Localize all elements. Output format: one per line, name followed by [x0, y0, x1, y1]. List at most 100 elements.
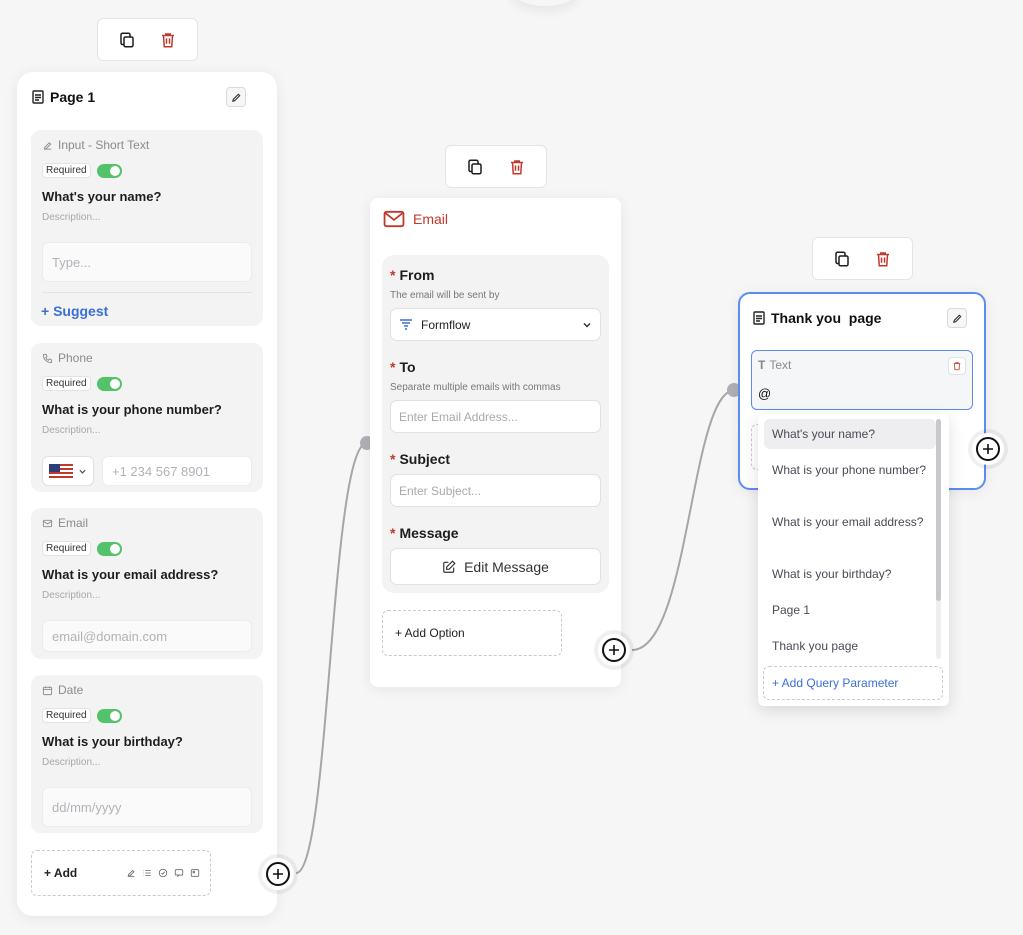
country-select[interactable]: [42, 456, 94, 486]
mention-option[interactable]: Page 1: [764, 595, 936, 625]
required-label: Required: [42, 163, 91, 178]
text-block[interactable]: T Text @: [751, 350, 973, 410]
mail-icon: [42, 519, 53, 527]
edit-message-button[interactable]: Edit Message: [390, 548, 601, 585]
required-label: Required: [42, 708, 91, 723]
field-description[interactable]: Description...: [42, 757, 100, 768]
text-type-icon: T: [758, 358, 766, 372]
dropdown-scrollbar-track[interactable]: [936, 419, 941, 659]
phone-input-preview: +1 234 567 8901: [102, 456, 252, 486]
field-type-label: Email: [42, 516, 88, 530]
add-field-button[interactable]: + Add: [44, 866, 77, 880]
email-node-title: Email: [413, 211, 449, 227]
field-input-preview: dd/mm/yyyy: [42, 787, 252, 827]
subject-input[interactable]: Enter Subject...: [390, 474, 601, 507]
connector-page1-to-email: [295, 442, 368, 874]
delete-button[interactable]: [502, 152, 532, 182]
field-question[interactable]: What is your birthday?: [42, 734, 183, 749]
trash-icon: [877, 251, 890, 266]
trash-icon: [953, 362, 961, 371]
plus-icon: [273, 869, 283, 879]
calendar-icon: [42, 685, 53, 695]
from-sublabel: The email will be sent by: [390, 290, 500, 301]
subject-label: * Subject: [390, 451, 451, 467]
image-icon[interactable]: [190, 868, 200, 878]
field-date[interactable]: Date Required What is your birthday? Des…: [31, 675, 263, 833]
mention-option[interactable]: Thank you page: [764, 631, 936, 661]
to-sublabel: Separate multiple emails with commas: [390, 382, 561, 393]
field-phone[interactable]: Phone Required What is your phone number…: [31, 343, 263, 492]
comment-icon[interactable]: [174, 868, 184, 878]
thankyou-add-connection-button[interactable]: [972, 433, 1004, 465]
page1-node[interactable]: Page 1 Input - Short Text Required What'…: [17, 72, 277, 916]
page-icon: [753, 311, 765, 325]
delete-button[interactable]: [868, 244, 898, 274]
page1-edit-button[interactable]: [226, 87, 246, 107]
list-icon[interactable]: [142, 868, 152, 878]
email-node[interactable]: Email * From The email will be sent by Fo…: [370, 198, 621, 687]
email-add-connection-button[interactable]: [598, 634, 630, 666]
from-label: * From: [390, 267, 435, 283]
formflow-logo-icon: [400, 318, 412, 330]
add-query-parameter-button[interactable]: + Add Query Parameter: [763, 666, 943, 700]
to-input[interactable]: Enter Email Address...: [390, 400, 601, 433]
required-switch[interactable]: [96, 708, 122, 723]
mention-option[interactable]: What is your birthday?: [764, 559, 936, 589]
chevron-down-icon: [583, 322, 591, 328]
text-block-input[interactable]: @: [758, 386, 771, 401]
copy-icon: [120, 32, 134, 47]
plus-icon: [609, 645, 619, 655]
thankyou-edit-button[interactable]: [947, 308, 967, 328]
duplicate-button[interactable]: [827, 244, 857, 274]
divider: [42, 292, 252, 293]
phone-icon: [42, 353, 53, 363]
email-toolbar: [445, 145, 547, 188]
suggest-link[interactable]: + Suggest: [41, 303, 108, 319]
copy-icon: [835, 251, 849, 266]
required-toggle[interactable]: Required: [42, 541, 122, 556]
check-circle-icon[interactable]: [158, 868, 168, 878]
required-label: Required: [42, 376, 91, 391]
required-toggle[interactable]: Required: [42, 376, 122, 391]
mention-option[interactable]: What's your name?: [764, 419, 936, 449]
plus-icon: [983, 444, 993, 454]
from-select[interactable]: Formflow: [390, 308, 601, 341]
required-switch[interactable]: [96, 541, 122, 556]
quick-add-icons: [126, 868, 200, 878]
edit-icon: [43, 141, 52, 150]
delete-button[interactable]: [153, 25, 183, 55]
to-label: * To: [390, 359, 416, 375]
field-question[interactable]: What is your email address?: [42, 567, 218, 582]
field-description[interactable]: Description...: [42, 212, 100, 223]
required-switch[interactable]: [96, 163, 122, 178]
mention-option[interactable]: What is your email address?: [764, 507, 936, 537]
text-field-icon[interactable]: [126, 868, 136, 878]
field-description[interactable]: Description...: [42, 590, 100, 601]
dropdown-scrollbar-thumb[interactable]: [936, 419, 941, 601]
page1-toolbar: [97, 18, 198, 61]
required-switch[interactable]: [96, 376, 122, 391]
text-block-delete-button[interactable]: [948, 357, 966, 375]
us-flag-icon: [49, 464, 73, 478]
field-short-text[interactable]: Input - Short Text Required What's your …: [31, 130, 263, 326]
mention-option[interactable]: What is your phone number?: [764, 455, 936, 485]
page1-add-connection-button[interactable]: [262, 858, 294, 890]
field-type-label: Date: [42, 683, 83, 697]
message-label: * Message: [390, 525, 459, 541]
add-option-button[interactable]: + Add Option: [382, 610, 562, 656]
trash-icon: [511, 159, 523, 174]
page1-title: Page 1: [32, 89, 95, 105]
field-email[interactable]: Email Required What is your email addres…: [31, 508, 263, 659]
pencil-icon: [231, 93, 240, 102]
field-question[interactable]: What is your phone number?: [42, 402, 222, 417]
add-field-area[interactable]: + Add: [31, 850, 211, 896]
duplicate-button[interactable]: [112, 25, 142, 55]
required-toggle[interactable]: Required: [42, 708, 122, 723]
page-icon: [32, 90, 44, 104]
required-toggle[interactable]: Required: [42, 163, 122, 178]
field-question[interactable]: What's your name?: [42, 189, 161, 204]
page1-title-text: Page 1: [50, 89, 96, 105]
duplicate-button[interactable]: [460, 152, 490, 182]
email-settings-panel: * From The email will be sent by Formflow…: [382, 255, 609, 593]
field-description[interactable]: Description...: [42, 425, 100, 436]
